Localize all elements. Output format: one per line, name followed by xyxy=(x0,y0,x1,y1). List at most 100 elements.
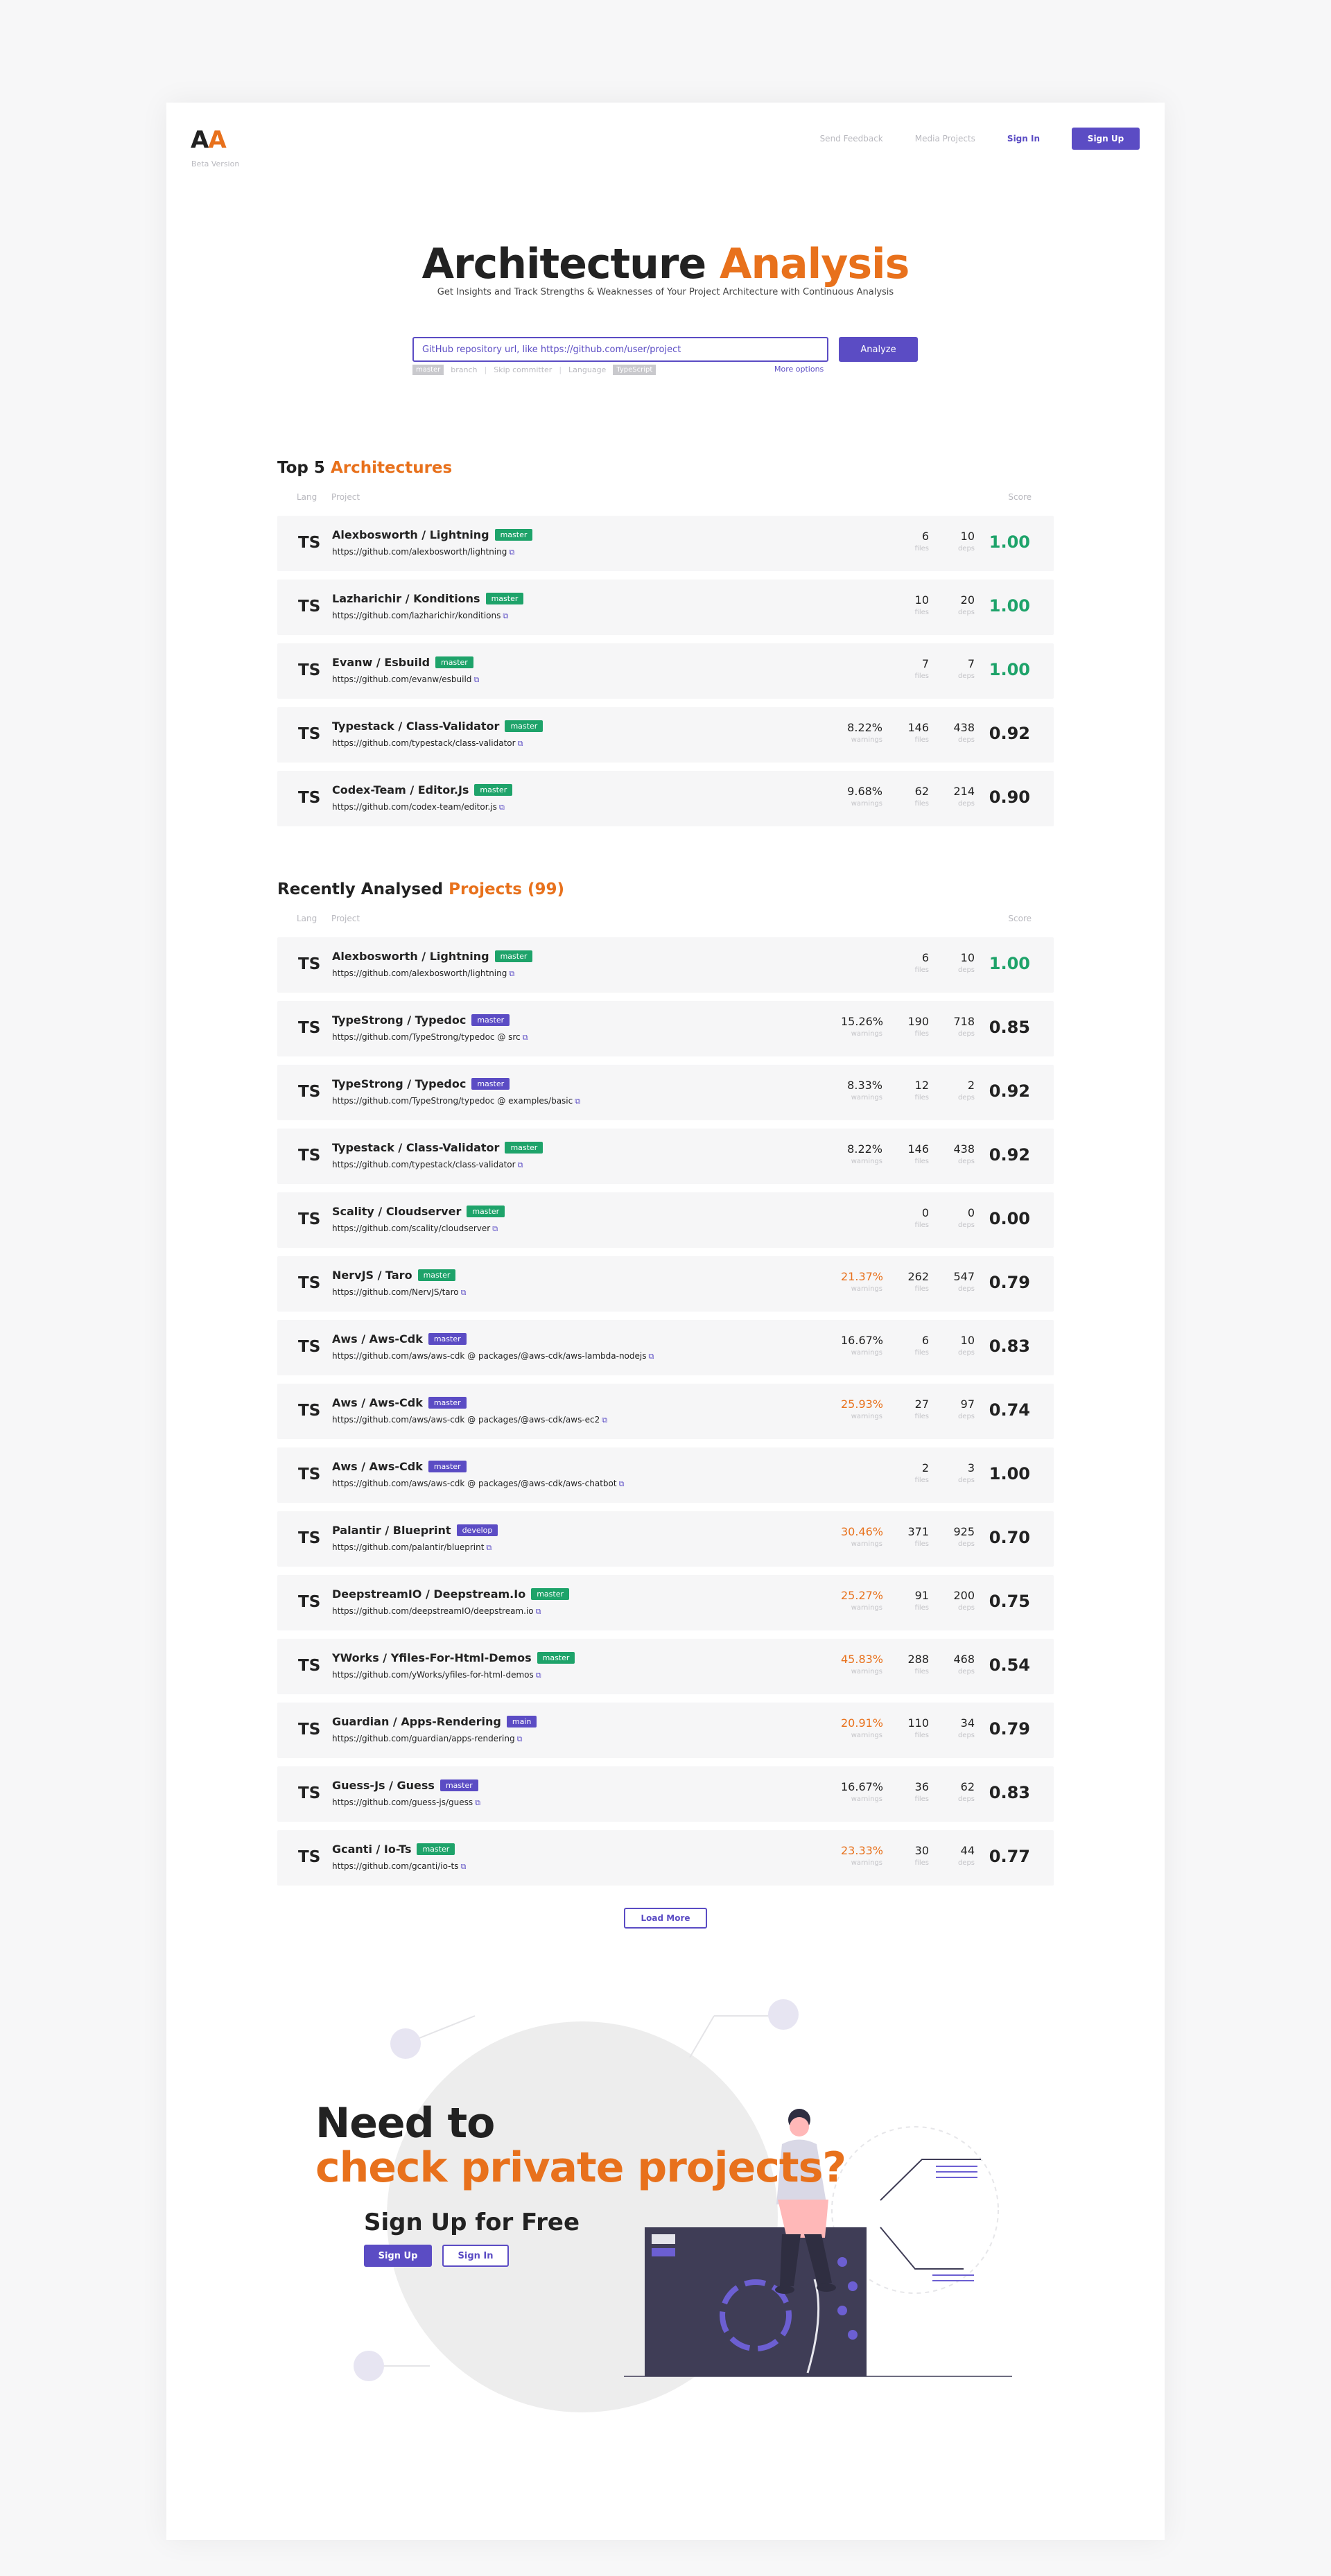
project-row[interactable]: TS Typestack / Class-Validator master ht… xyxy=(277,1129,1054,1184)
external-link-icon[interactable]: ⧉ xyxy=(475,1798,480,1807)
project-name[interactable]: Alexbosworth / Lightning master xyxy=(332,528,533,541)
option-skip-committer[interactable]: Skip committer xyxy=(494,365,552,374)
project-url[interactable]: https://github.com/guess-js/guess ⧉ xyxy=(332,1798,480,1808)
project-name[interactable]: Typestack / Class-Validator master xyxy=(332,720,543,733)
load-more-button[interactable]: Load More xyxy=(624,1908,707,1929)
url-text[interactable]: https://github.com/alexbosworth/lightnin… xyxy=(332,547,507,557)
project-name[interactable]: Typestack / Class-Validator master xyxy=(332,1141,543,1154)
external-link-icon[interactable]: ⧉ xyxy=(473,675,479,684)
project-name[interactable]: Scality / Cloudserver master xyxy=(332,1205,505,1218)
url-text[interactable]: https://github.com/typestack/class-valid… xyxy=(332,738,516,748)
url-text[interactable]: https://github.com/guardian/apps-renderi… xyxy=(332,1734,515,1743)
external-link-icon[interactable]: ⧉ xyxy=(575,1097,580,1106)
analyze-button[interactable]: Analyze xyxy=(839,337,918,362)
external-link-icon[interactable]: ⧉ xyxy=(536,1671,541,1680)
url-text[interactable]: https://github.com/palantir/blueprint xyxy=(332,1542,484,1552)
project-title[interactable]: YWorks / Yfiles-For-Html-Demos xyxy=(332,1651,532,1664)
external-link-icon[interactable]: ⧉ xyxy=(517,1734,523,1743)
sign-up-button[interactable]: Sign Up xyxy=(1072,128,1140,150)
url-text[interactable]: https://github.com/TypeStrong/typedoc @ … xyxy=(332,1096,573,1106)
project-title[interactable]: NervJS / Taro xyxy=(332,1269,412,1282)
external-link-icon[interactable]: ⧉ xyxy=(619,1479,625,1488)
external-link-icon[interactable]: ⧉ xyxy=(461,1288,467,1297)
project-name[interactable]: YWorks / Yfiles-For-Html-Demos master xyxy=(332,1651,575,1664)
project-row[interactable]: TS Guess-Js / Guess master https://githu… xyxy=(277,1766,1054,1822)
external-link-icon[interactable]: ⧉ xyxy=(518,739,523,748)
project-title[interactable]: Gcanti / Io-Ts xyxy=(332,1843,411,1856)
url-text[interactable]: https://github.com/alexbosworth/lightnin… xyxy=(332,968,507,978)
project-name[interactable]: Guess-Js / Guess master xyxy=(332,1779,478,1792)
cta-sign-in-button[interactable]: Sign In xyxy=(442,2245,509,2267)
external-link-icon[interactable]: ⧉ xyxy=(486,1543,491,1552)
option-language[interactable]: Language xyxy=(568,365,606,374)
project-row[interactable]: TS Scality / Cloudserver master https://… xyxy=(277,1192,1054,1248)
url-text[interactable]: https://github.com/guess-js/guess xyxy=(332,1798,473,1807)
project-row[interactable]: TS Codex-Team / Editor.Js master https:/… xyxy=(277,771,1054,826)
url-text[interactable]: https://github.com/aws/aws-cdk @ package… xyxy=(332,1351,646,1361)
project-row[interactable]: TS TypeStrong / Typedoc master https://g… xyxy=(277,1001,1054,1056)
project-url[interactable]: https://github.com/evanw/esbuild ⧉ xyxy=(332,675,479,685)
external-link-icon[interactable]: ⧉ xyxy=(503,611,508,620)
project-url[interactable]: https://github.com/TypeStrong/typedoc @ … xyxy=(332,1032,528,1043)
external-link-icon[interactable]: ⧉ xyxy=(518,1160,523,1169)
project-name[interactable]: TypeStrong / Typedoc master xyxy=(332,1013,510,1027)
url-text[interactable]: https://github.com/yWorks/yfiles-for-htm… xyxy=(332,1670,534,1680)
project-url[interactable]: https://github.com/aws/aws-cdk @ package… xyxy=(332,1351,654,1361)
url-text[interactable]: https://github.com/gcanti/io-ts xyxy=(332,1861,458,1871)
option-branch[interactable]: branch xyxy=(451,365,477,374)
option-typescript[interactable]: TypeScript xyxy=(613,365,656,375)
project-name[interactable]: Aws / Aws-Cdk master xyxy=(332,1332,467,1346)
project-title[interactable]: Scality / Cloudserver xyxy=(332,1205,461,1218)
project-row[interactable]: TS Gcanti / Io-Ts master https://github.… xyxy=(277,1830,1054,1886)
project-url[interactable]: https://github.com/gcanti/io-ts ⧉ xyxy=(332,1861,466,1872)
project-title[interactable]: Palantir / Blueprint xyxy=(332,1524,451,1537)
project-name[interactable]: TypeStrong / Typedoc master xyxy=(332,1077,510,1090)
project-row[interactable]: TS Alexbosworth / Lightning master https… xyxy=(277,516,1054,571)
project-title[interactable]: Codex-Team / Editor.Js xyxy=(332,783,469,797)
external-link-icon[interactable]: ⧉ xyxy=(509,548,514,557)
cta-sign-up-button[interactable]: Sign Up xyxy=(364,2245,432,2267)
project-url[interactable]: https://github.com/typestack/class-valid… xyxy=(332,738,523,749)
project-url[interactable]: https://github.com/aws/aws-cdk @ package… xyxy=(332,1415,607,1425)
option-master[interactable]: master xyxy=(412,365,444,375)
project-title[interactable]: Aws / Aws-Cdk xyxy=(332,1396,423,1409)
project-name[interactable]: NervJS / Taro master xyxy=(332,1269,456,1282)
project-url[interactable]: https://github.com/TypeStrong/typedoc @ … xyxy=(332,1096,580,1106)
url-text[interactable]: https://github.com/evanw/esbuild xyxy=(332,675,471,684)
project-url[interactable]: https://github.com/typestack/class-valid… xyxy=(332,1160,523,1170)
project-row[interactable]: TS Guardian / Apps-Rendering main https:… xyxy=(277,1703,1054,1758)
project-title[interactable]: Guess-Js / Guess xyxy=(332,1779,435,1792)
external-link-icon[interactable]: ⧉ xyxy=(460,1862,466,1871)
project-row[interactable]: TS Aws / Aws-Cdk master https://github.c… xyxy=(277,1320,1054,1375)
external-link-icon[interactable]: ⧉ xyxy=(536,1607,541,1616)
project-name[interactable]: Codex-Team / Editor.Js master xyxy=(332,783,513,797)
project-row[interactable]: TS Evanw / Esbuild master https://github… xyxy=(277,643,1054,699)
project-title[interactable]: Typestack / Class-Validator xyxy=(332,1141,499,1154)
project-name[interactable]: Palantir / Blueprint develop xyxy=(332,1524,498,1537)
url-text[interactable]: https://github.com/aws/aws-cdk @ package… xyxy=(332,1415,600,1425)
project-title[interactable]: Guardian / Apps-Rendering xyxy=(332,1715,501,1728)
project-row[interactable]: TS Aws / Aws-Cdk master https://github.c… xyxy=(277,1384,1054,1439)
project-name[interactable]: Evanw / Esbuild master xyxy=(332,656,473,669)
project-name[interactable]: Lazharichir / Konditions master xyxy=(332,592,524,605)
project-url[interactable]: https://github.com/palantir/blueprint ⧉ xyxy=(332,1542,491,1553)
project-title[interactable]: Lazharichir / Konditions xyxy=(332,592,480,605)
project-title[interactable]: Evanw / Esbuild xyxy=(332,656,430,669)
project-url[interactable]: https://github.com/alexbosworth/lightnin… xyxy=(332,547,514,557)
project-name[interactable]: Gcanti / Io-Ts master xyxy=(332,1843,455,1856)
send-feedback-link[interactable]: Send Feedback xyxy=(820,134,883,143)
project-url[interactable]: https://github.com/NervJS/taro ⧉ xyxy=(332,1287,467,1298)
project-row[interactable]: TS Alexbosworth / Lightning master https… xyxy=(277,937,1054,993)
project-row[interactable]: TS DeepstreamIO / Deepstream.Io master h… xyxy=(277,1575,1054,1630)
project-row[interactable]: TS NervJS / Taro master https://github.c… xyxy=(277,1256,1054,1312)
project-row[interactable]: TS Typestack / Class-Validator master ht… xyxy=(277,707,1054,763)
project-url[interactable]: https://github.com/scality/cloudserver ⧉ xyxy=(332,1224,498,1234)
url-text[interactable]: https://github.com/aws/aws-cdk @ package… xyxy=(332,1479,617,1488)
url-text[interactable]: https://github.com/TypeStrong/typedoc @ … xyxy=(332,1032,521,1042)
external-link-icon[interactable]: ⧉ xyxy=(602,1416,607,1425)
url-text[interactable]: https://github.com/lazharichir/kondition… xyxy=(332,611,501,620)
project-name[interactable]: Aws / Aws-Cdk master xyxy=(332,1460,467,1473)
url-text[interactable]: https://github.com/deepstreamIO/deepstre… xyxy=(332,1606,534,1616)
url-text[interactable]: https://github.com/scality/cloudserver xyxy=(332,1224,490,1233)
external-link-icon[interactable]: ⧉ xyxy=(499,803,505,812)
